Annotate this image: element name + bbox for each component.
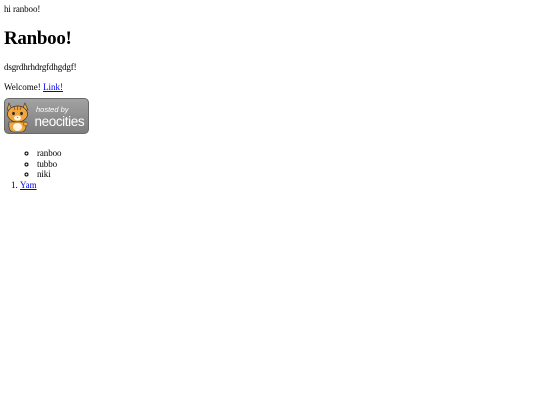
names-list: ranboo tubbo niki [4,148,536,180]
ordered-list: Yam [4,180,536,191]
list-item: niki [37,169,536,180]
yam-link[interactable]: Yam [20,180,37,190]
body-text: dsgrdhrhdrgfdhgdgf! [4,62,77,72]
ordered-list-item: Yam [20,180,536,191]
greeting-text: hi ranboo! [4,4,41,14]
neocities-badge-link[interactable]: hosted by neocities [4,98,89,134]
page-title: Ranboo! [4,28,72,49]
list-item: ranboo [37,148,536,159]
neocities-badge: hosted by neocities [4,98,89,134]
page: hi ranboo! Ranboo! dsgrdhrhdrgfdhgdgf! W… [0,0,540,405]
list-item: tubbo [37,159,536,170]
welcome-line: Welcome! Link! [4,82,536,93]
welcome-link[interactable]: Link! [43,82,63,92]
welcome-text: Welcome! [4,82,41,92]
badge-line2: neocities [35,114,85,129]
badge-line1: hosted by [36,105,70,114]
neocities-cat-icon [6,102,29,133]
